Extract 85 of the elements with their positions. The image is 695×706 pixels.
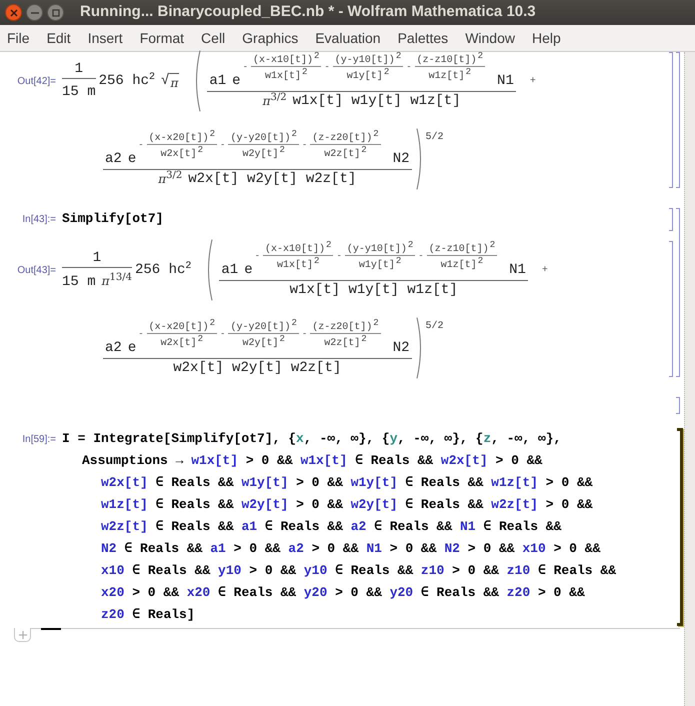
denominator-text: w2x[t] w2y[t] w2z[t] [173, 359, 342, 377]
denominator-text: w1x[t] w1y[t] w1z[t] [290, 281, 458, 299]
right-parenthesis [416, 317, 424, 379]
menu-item[interactable]: Help [526, 28, 567, 48]
code-line[interactable]: Assumptions → w1x[t] > 0 && w1x[t] ∈ Reals && w2x[t] > 0 && [62, 450, 616, 472]
coefficient-text: a1 [209, 72, 226, 90]
prefactor-numerator: 1 [74, 60, 83, 78]
minus-sign: - [302, 328, 308, 341]
close-icon [10, 8, 18, 16]
minimize-button[interactable] [26, 4, 43, 21]
menu-item[interactable]: Insert [82, 28, 129, 48]
code-line[interactable]: Simplify[ot7] [62, 208, 164, 230]
coefficient-text: a2 [105, 150, 122, 168]
factor-text: N2 [392, 150, 410, 168]
prefactor-denominator: 15 m π$^{13/4}$ [62, 270, 132, 292]
code-line[interactable]: w1z[t] ∈ Reals && w2y[t] > 0 && w2y[t] ∈ Reals && w2z[t] > 0 && [62, 494, 616, 516]
cell-label: Out[43]= [16, 264, 57, 278]
cell-bracket[interactable] [676, 52, 680, 188]
minus-sign: - [138, 139, 144, 152]
window-title: Running... Binarycoupled_BEC.nb * - Wolfram Mathematica 10.3 [80, 2, 536, 22]
menu-item[interactable]: Cell [195, 28, 232, 48]
minus-sign: - [138, 328, 144, 341]
pi-power: π$^{3/2}$ [158, 170, 182, 188]
code-line[interactable]: x20 > 0 && x20 ∈ Reals && y20 > 0 && y20 ∈ Reals && z20 > 0 && [62, 582, 616, 604]
minus-sign: - [242, 61, 248, 74]
maximize-icon [52, 8, 60, 16]
left-parenthesis [193, 50, 202, 112]
minus-sign: - [406, 61, 412, 74]
code-line[interactable]: x10 ∈ Reals && y10 > 0 && y10 ∈ Reals && z10 > 0 && z10 ∈ Reals && [62, 560, 616, 582]
minus-sign: - [220, 328, 226, 341]
minus-sign: - [302, 139, 308, 152]
code-line[interactable]: w2z[t] ∈ Reals && a1 ∈ Reals && a2 ∈ Reals && N1 ∈ Reals && [62, 516, 616, 538]
prefactor-numerator: 1 [92, 248, 102, 266]
left-parenthesis [205, 239, 214, 301]
euler-e-text: e [244, 261, 253, 279]
menu-item[interactable]: Evaluation [309, 28, 387, 48]
cell-bracket[interactable] [676, 397, 680, 414]
menu-item[interactable]: Graphics [236, 28, 304, 48]
minus-sign: - [336, 250, 342, 263]
denominator-text: w2x[t] w2y[t] w2z[t] [188, 170, 356, 188]
plus-sign: + [542, 264, 548, 278]
coefficient-text: 256 hc$^{2}$ [98, 70, 156, 90]
factor-text: N1 [497, 72, 514, 90]
code-line[interactable]: I = Integrate[Simplify[ot7], {x, -∞, ∞}, {y, -∞, ∞}, {z, -∞, ∞}, [62, 428, 616, 450]
power-text: 5/2 [426, 130, 444, 145]
scrollbar-track[interactable] [684, 52, 695, 706]
minus-sign: - [418, 250, 424, 263]
power-text: 5/2 [426, 320, 444, 334]
euler-e-text: e [128, 339, 136, 357]
coefficient-text: 256 hc$^{2}$ [134, 260, 192, 280]
prefactor-denominator: 15 m [62, 83, 96, 102]
menu-item[interactable]: Edit [40, 28, 77, 48]
euler-e-text: e [232, 72, 241, 90]
menu-item[interactable]: Palettes [392, 28, 454, 48]
code-line[interactable]: w2x[t] ∈ Reals && w1y[t] > 0 && w1y[t] ∈ Reals && w1z[t] > 0 && [62, 472, 616, 494]
pi-power: π$^{3/2}$ [262, 92, 287, 110]
close-button[interactable] [5, 4, 22, 21]
plus-icon [18, 630, 26, 638]
minus-sign: - [254, 250, 260, 263]
code-line[interactable]: z20 ∈ Reals] [62, 604, 616, 626]
menu-item[interactable]: Format [134, 28, 190, 48]
cell-label: In[59]:= [21, 433, 57, 447]
insertion-cursor [41, 628, 61, 630]
coefficient-text: a2 [105, 339, 122, 357]
factor-text: N2 [392, 339, 410, 357]
minus-sign: - [220, 139, 226, 152]
denominator-text: w1x[t] w1y[t] w1z[t] [292, 92, 461, 110]
cell-bracket[interactable] [669, 241, 673, 377]
cell-bracket[interactable] [676, 208, 680, 377]
minimize-icon [30, 12, 38, 14]
euler-e-text: e [128, 150, 136, 168]
coefficient-text: a1 [221, 261, 238, 279]
menu-item[interactable]: Window [459, 28, 521, 48]
right-parenthesis [416, 128, 424, 190]
minus-sign: - [324, 61, 330, 74]
cell-bracket[interactable] [669, 52, 673, 188]
insert-cell-button[interactable] [14, 628, 31, 642]
cell-bracket[interactable] [669, 208, 673, 231]
cell-label: In[43]:= [21, 213, 57, 227]
cell-label: Out[42]= [16, 74, 57, 88]
menu-item[interactable]: File [1, 28, 36, 48]
code-line[interactable]: N2 ∈ Reals && a1 > 0 && a2 > 0 && N1 > 0 && N2 > 0 && x10 > 0 && [62, 538, 616, 560]
factor-text: N1 [509, 261, 526, 279]
plus-sign: + [530, 74, 536, 88]
maximize-button[interactable] [47, 4, 64, 21]
